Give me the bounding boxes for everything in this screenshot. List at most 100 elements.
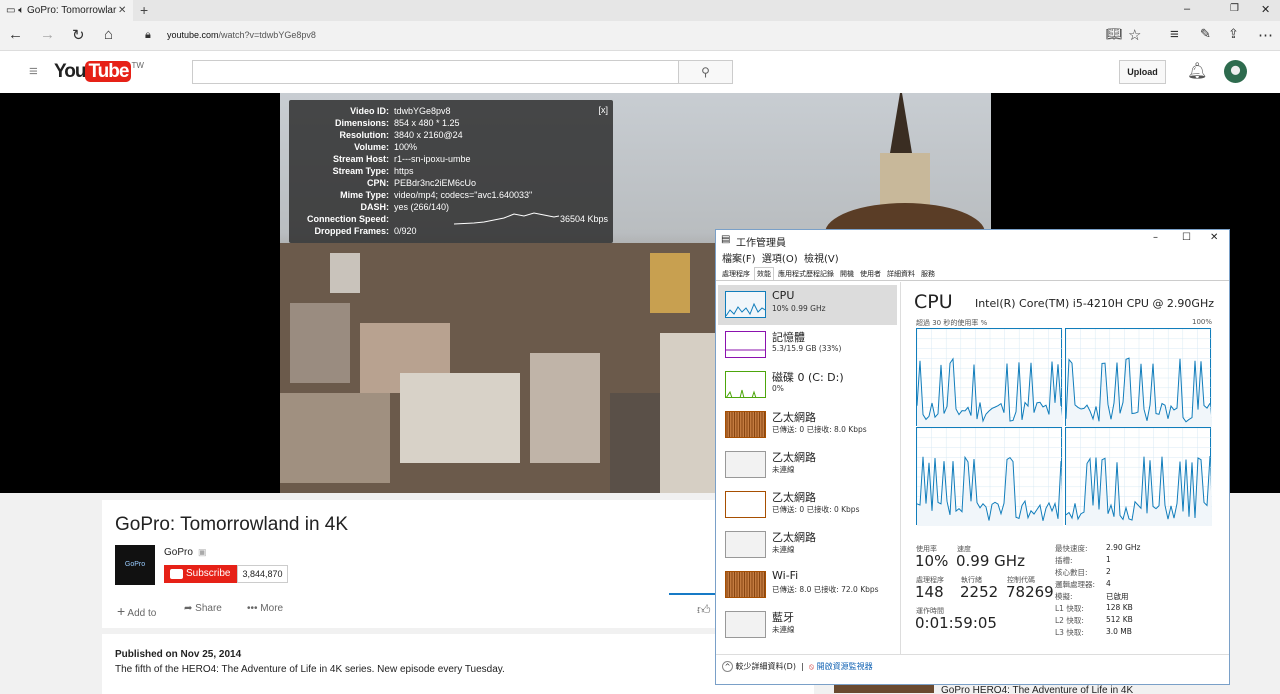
- sidebar-item-detail: 未連線: [772, 465, 795, 474]
- sidebar-thumbnail: [725, 291, 766, 318]
- notification-bell-icon[interactable]: 🔔︎: [1187, 61, 1207, 81]
- footer-divider: [716, 654, 1229, 655]
- stats-key: DASH:: [360, 202, 390, 212]
- channel-thumbnail[interactable]: GoPro: [115, 545, 155, 585]
- sidebar-item[interactable]: 記憶體 5.3/15.9 GB (33%): [718, 325, 897, 365]
- open-resource-monitor-link[interactable]: 開啟資源監視器: [817, 662, 873, 671]
- subscribe-label: Subscribe: [186, 568, 231, 579]
- menu-view[interactable]: 檢視(V): [804, 254, 839, 265]
- web-note-icon[interactable]: ✎: [1200, 26, 1211, 42]
- plus-icon: +: [117, 603, 126, 619]
- search-input[interactable]: [192, 60, 679, 84]
- menu-options[interactable]: 選項(O): [762, 254, 798, 265]
- hub-icon[interactable]: ≡: [1170, 26, 1179, 43]
- stats-value: 0/920: [394, 226, 417, 236]
- sidebar-item-name: 磁碟 0 (C: D:): [772, 371, 844, 384]
- stats-key: Stream Type:: [332, 166, 389, 176]
- sidebar-item[interactable]: 乙太網路 已傳送: 0 已接收: 8.0 Kbps: [718, 405, 897, 445]
- restore-icon[interactable]: ❐: [1230, 3, 1239, 14]
- verified-icon: ▣: [198, 547, 207, 557]
- spec-value: 1: [1106, 555, 1111, 564]
- stats-value: https: [394, 166, 414, 176]
- sidebar-thumbnail: [725, 491, 766, 518]
- stats-key: Video ID:: [350, 106, 389, 116]
- tab-performance[interactable]: 效能: [754, 267, 774, 280]
- address-bar: ← → ↻ ⌂ 🔒︎ youtube.com/watch?v=tdwbYGe8p…: [0, 21, 1280, 51]
- sidebar-item-detail: 0%: [772, 384, 784, 393]
- more-button[interactable]: ••• More: [247, 603, 283, 614]
- browser-tab[interactable]: ▭ 🔈︎ GoPro: Tomorrowlar ✕: [0, 0, 133, 21]
- related-video-thumbnail[interactable]: [834, 685, 934, 693]
- channel-name[interactable]: GoPro: [164, 547, 193, 558]
- sidebar-item[interactable]: 乙太網路 未連線: [718, 525, 897, 565]
- related-video-title[interactable]: GoPro HERO4: The Adventure of Life in 4K: [941, 685, 1133, 693]
- stats-key: Volume:: [354, 142, 389, 152]
- share-icon[interactable]: ⇪: [1228, 26, 1239, 42]
- share-button[interactable]: ➦ Share: [184, 603, 222, 614]
- stats-key: CPN:: [367, 178, 389, 188]
- forward-icon[interactable]: →: [40, 26, 55, 43]
- url-field[interactable]: youtube.com/watch?v=tdwbYGe8pv8: [167, 30, 316, 40]
- menu-file[interactable]: 檔案(F): [722, 254, 756, 265]
- guide-menu-icon[interactable]: ≡: [29, 63, 38, 80]
- spec-value: 3.0 MB: [1106, 627, 1132, 636]
- sidebar-item[interactable]: 磁碟 0 (C: D:) 0%: [718, 365, 897, 405]
- sidebar-item[interactable]: Wi-Fi 已傳送: 8.0 已接收: 72.0 Kbps: [718, 565, 897, 605]
- youtube-logo[interactable]: You Tube TW: [54, 61, 144, 83]
- chevron-up-icon[interactable]: ^: [722, 661, 733, 672]
- lock-icon: 🔒︎: [145, 29, 151, 41]
- tm-minimize-icon[interactable]: –: [1153, 232, 1158, 243]
- util-label: 超過 30 秒的使用率 %: [916, 319, 988, 327]
- task-manager-window: ▤ 工作管理員 – ☐ ✕ 檔案(F) 選項(O) 檢視(V) 處理程序 效能 應用…: [715, 229, 1230, 685]
- stats-row: Dimensions: 854 x 480 * 1.25: [289, 117, 613, 129]
- more-label: More: [260, 603, 284, 614]
- new-tab-icon[interactable]: +: [140, 2, 148, 18]
- fewer-details-link[interactable]: 較少詳細資料(D): [736, 662, 796, 671]
- tm-maximize-icon[interactable]: ☐: [1182, 232, 1191, 243]
- youtube-play-icon: [170, 569, 183, 579]
- sidebar-item-detail: 已傳送: 0 已接收: 8.0 Kbps: [772, 425, 867, 434]
- sidebar-item-detail: 已傳送: 0 已接收: 0 Kbps: [772, 505, 860, 514]
- sidebar-item[interactable]: 乙太網路 未連線: [718, 445, 897, 485]
- thumbs-up-icon[interactable]: 👍︎: [697, 602, 711, 618]
- close-icon[interactable]: ✕: [1261, 3, 1270, 16]
- stats-row: Connection Speed: 36504 Kbps: [289, 213, 613, 225]
- spec-value: 已啟用: [1106, 592, 1129, 601]
- sidebar-thumbnail: [725, 331, 766, 358]
- back-icon[interactable]: ←: [8, 26, 23, 43]
- home-icon[interactable]: ⌂: [104, 26, 113, 43]
- add-to-button[interactable]: + Add to: [117, 603, 156, 619]
- tm-close-icon[interactable]: ✕: [1210, 232, 1218, 243]
- subscriber-count: 3,844,870: [237, 565, 288, 583]
- share-arrow-icon: ➦: [184, 603, 193, 614]
- spec-value: 512 KB: [1106, 615, 1133, 624]
- avatar[interactable]: [1224, 60, 1247, 83]
- favorite-star-icon[interactable]: ☆: [1128, 26, 1141, 44]
- task-manager-icon: ▤: [721, 234, 731, 245]
- spec-key: 邏輯處理器:: [1055, 580, 1096, 589]
- logo-region: TW: [131, 61, 144, 70]
- stats-row: Stream Type: https: [289, 165, 613, 177]
- sidebar-item-detail: 未連線: [772, 625, 795, 634]
- sidebar-item[interactable]: 藍牙 未連線: [718, 605, 897, 645]
- reading-view-icon[interactable]: 📖︎: [1106, 26, 1123, 42]
- subscribe-button[interactable]: Subscribe: [164, 565, 237, 583]
- more-icon[interactable]: ⋯: [1258, 26, 1273, 44]
- sidebar-item-name: 藍牙: [772, 611, 794, 624]
- tab-close-icon[interactable]: ✕: [118, 0, 126, 21]
- stats-key: Stream Host:: [332, 154, 389, 164]
- stats-row: Dropped Frames: 0/920: [289, 225, 613, 237]
- refresh-icon[interactable]: ↻: [72, 26, 85, 44]
- sidebar-item[interactable]: 乙太網路 已傳送: 0 已接收: 0 Kbps: [718, 485, 897, 525]
- video-description: The fifth of the HERO4: The Adventure of…: [115, 664, 505, 675]
- search-button[interactable]: ⚲: [678, 60, 733, 84]
- tab-divider: [716, 280, 1229, 281]
- stats-row: CPN: PEBdr3nc2iEM6cUo: [289, 177, 613, 189]
- upload-button[interactable]: Upload: [1119, 60, 1166, 84]
- sidebar-item[interactable]: CPU 10% 0.99 GHz: [718, 285, 897, 325]
- stats-row: Stream Host: r1---sn-ipoxu-umbe: [289, 153, 613, 165]
- minimize-icon[interactable]: –: [1184, 3, 1190, 15]
- sidebar-item-detail: 5.3/15.9 GB (33%): [772, 344, 842, 353]
- stats-row: Volume: 100%: [289, 141, 613, 153]
- spec-key: 插槽:: [1055, 556, 1073, 565]
